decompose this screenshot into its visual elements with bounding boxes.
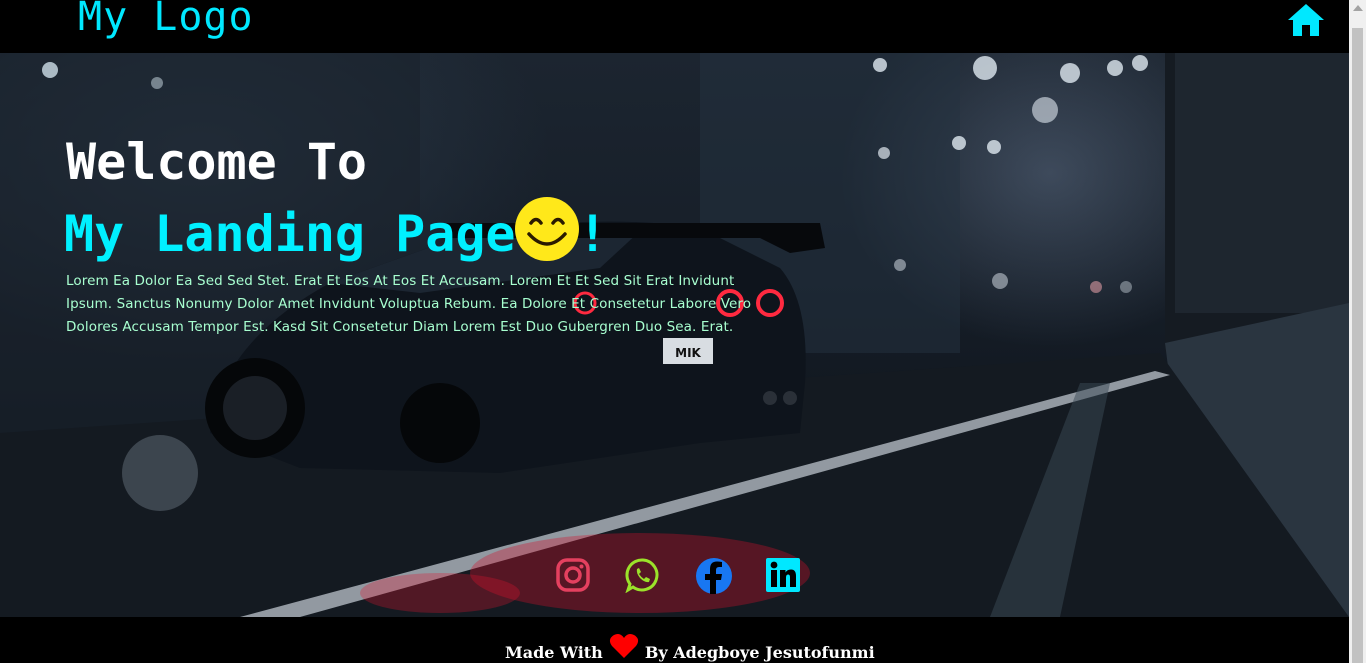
scroll-up-arrow-icon[interactable]: [1353, 5, 1363, 11]
intro-paragraph: Lorem Ea Dolor Ea Sed Sed Stet. Erat Et …: [66, 273, 752, 335]
header: My Logo: [0, 0, 1349, 53]
facebook-icon[interactable]: [695, 557, 732, 594]
instagram-icon[interactable]: [555, 557, 591, 593]
scrollbar-thumb[interactable]: [1352, 28, 1363, 663]
footer: Made With By Adegboye Jesutofunmi: [0, 617, 1349, 663]
footer-made-with: Made With: [505, 643, 603, 662]
license-plate: MIK: [675, 346, 701, 360]
welcome-heading: Welcome To: [66, 133, 368, 191]
linkedin-icon[interactable]: [765, 557, 801, 593]
exclamation-mark: !: [577, 205, 608, 263]
heart-icon: [609, 633, 639, 659]
footer-author: By Adegboye Jesutofunmi: [644, 643, 875, 662]
home-icon[interactable]: [1286, 2, 1326, 38]
social-links: [555, 557, 801, 594]
smiling-face-icon: [514, 196, 580, 262]
footer-credit: Made With By Adegboye Jesutofunmi: [505, 633, 875, 662]
landing-page: My Logo MIK Welcome To My Landing Page !…: [0, 0, 1366, 663]
landing-heading: My Landing Page !: [64, 197, 608, 263]
whatsapp-icon[interactable]: [625, 557, 661, 594]
landing-heading-text: My Landing Page: [64, 205, 516, 263]
logo[interactable]: My Logo: [78, 0, 254, 40]
hero-section: MIK Welcome To My Landing Page ! Lorem E…: [0, 53, 1349, 617]
